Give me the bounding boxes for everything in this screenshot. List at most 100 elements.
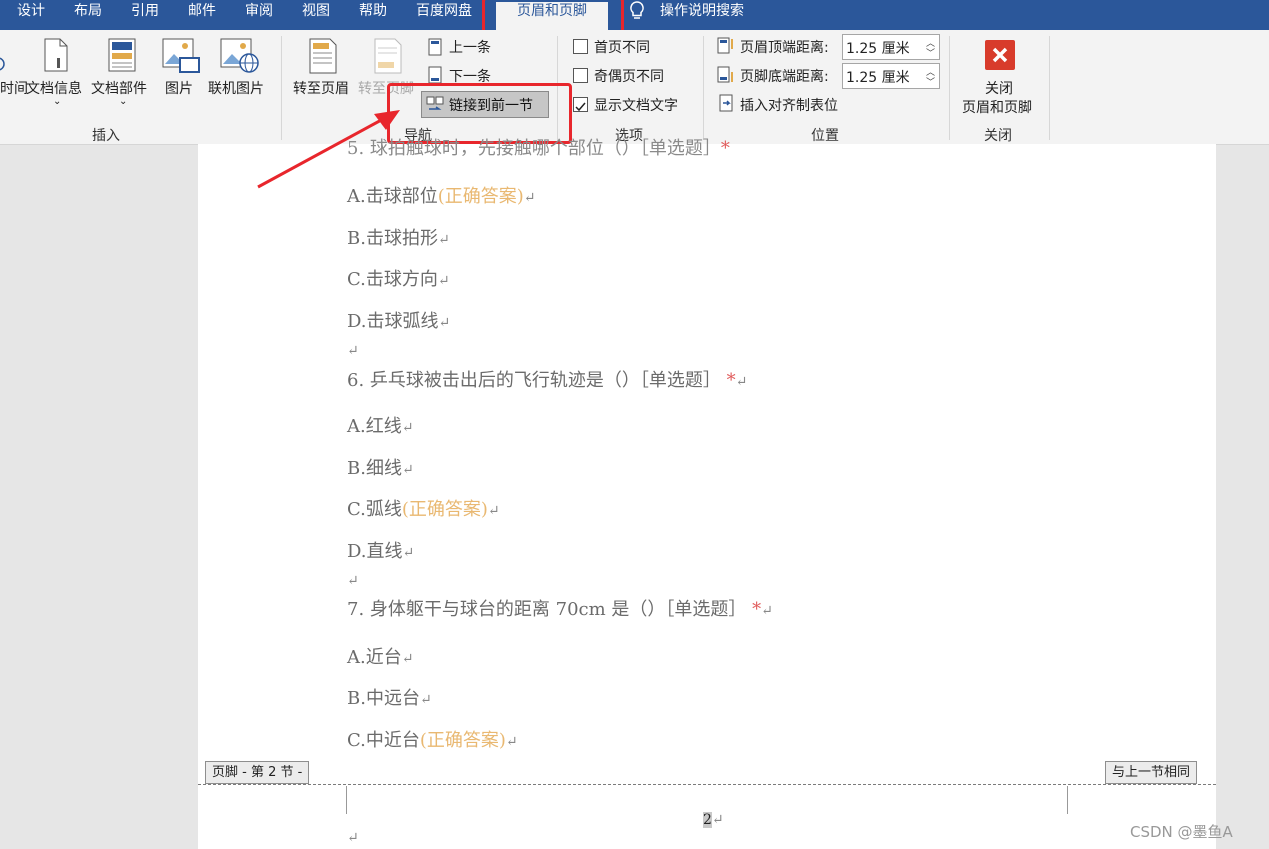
option-line: C.弧线(正确答案)↵: [347, 495, 500, 521]
header-top-distance-label: 页眉顶端距离:: [740, 40, 829, 56]
empty-paragraph-mark: ↵: [347, 343, 359, 359]
tab-baidu-netdisk[interactable]: 百度网盘: [416, 0, 472, 30]
tab-review[interactable]: 审阅: [245, 0, 273, 30]
question-6: 6. 乒乓球被击出后的飞行轨迹是（）［单选题］ *↵: [347, 366, 747, 392]
group-label-insert: 插入: [92, 128, 120, 144]
paragraph-mark: ↵: [401, 420, 414, 436]
footer-section-tag: 页脚 - 第 2 节 -: [205, 761, 310, 784]
option-line: C.击球方向↵: [347, 265, 450, 291]
option-text: A.近台: [347, 647, 402, 668]
same-as-previous-tag[interactable]: 与上一节相同: [1105, 761, 1198, 784]
tab-help[interactable]: 帮助: [359, 0, 387, 30]
correct-answer-mark: (正确答案): [437, 186, 524, 207]
go-to-footer-button[interactable]: 转至页脚: [358, 78, 414, 98]
tab-design[interactable]: 设计: [17, 0, 45, 30]
paragraph-mark: ↵: [711, 812, 724, 828]
close-header-footer-line1[interactable]: 关闭: [985, 78, 1013, 98]
option-text: A.红线: [347, 416, 402, 437]
option-text: B.击球拍形: [347, 228, 438, 249]
tab-mailings[interactable]: 邮件: [188, 0, 216, 30]
paragraph-mark: ↵: [401, 651, 414, 667]
tell-me-search[interactable]: 操作说明搜索: [660, 0, 744, 30]
tab-references[interactable]: 引用: [131, 0, 159, 30]
show-document-text-checkbox[interactable]: [573, 97, 588, 112]
different-first-page-checkbox[interactable]: [573, 39, 588, 54]
paragraph-mark: ↵: [437, 232, 450, 248]
option-text: C.中近台: [347, 730, 420, 751]
group-divider: [949, 36, 950, 140]
link-to-previous-button[interactable]: 链接到前一节: [421, 91, 549, 118]
option-text: D.击球弧线: [347, 311, 439, 332]
option-text: C.弧线: [347, 499, 402, 520]
tab-view[interactable]: 视图: [302, 0, 330, 30]
next-section-icon: [428, 66, 442, 84]
different-odd-even-checkbox[interactable]: [573, 68, 588, 83]
online-pictures-button[interactable]: 联机图片: [208, 78, 264, 98]
margin-corner-left: [346, 786, 347, 814]
footer-bottom-distance-label: 页脚底端距离:: [740, 69, 829, 85]
required-star: *: [720, 138, 730, 159]
margin-corner-right: [1067, 786, 1068, 814]
option-line: D.击球弧线↵: [347, 307, 450, 333]
watermark: CSDN @墨鱼A: [1130, 823, 1233, 841]
paragraph-mark: ↵: [437, 273, 450, 289]
go-to-footer-icon: [374, 38, 402, 74]
chevron-down-icon[interactable]: ⌄: [53, 96, 61, 107]
checkmark-icon: [575, 102, 586, 112]
required-star: *: [752, 599, 762, 620]
paragraph-mark: ↵: [761, 603, 773, 619]
paragraph-mark: ↵: [419, 692, 432, 708]
question-text: 6. 乒乓球被击出后的飞行轨迹是（）［单选题］: [347, 370, 721, 391]
spin-down-icon[interactable]: ﹀: [926, 46, 935, 59]
chevron-down-icon[interactable]: ⌄: [119, 96, 127, 107]
annotation-arrow-icon: [257, 110, 400, 189]
insert-alignment-tab-icon: [719, 94, 733, 112]
paragraph-mark: ↵: [505, 734, 518, 750]
online-picture-icon: [220, 38, 259, 73]
option-text: C.击球方向: [347, 269, 438, 290]
footer-bottom-distance-value: 1.25 厘米: [846, 70, 910, 86]
header-top-distance-icon: [717, 37, 733, 54]
page-number-field[interactable]: 2↵: [703, 812, 724, 828]
pictures-button[interactable]: 图片: [165, 78, 193, 98]
close-header-footer-icon[interactable]: [985, 40, 1015, 70]
header-top-distance-value: 1.25 厘米: [846, 41, 910, 57]
option-line: B.细线↵: [347, 454, 414, 480]
header-top-distance-input[interactable]: 1.25 厘米 ︿ ﹀: [842, 34, 940, 60]
next-button[interactable]: 下一条: [449, 66, 491, 86]
ribbon: 时间 文档信息 ⌄ 文档部件 ⌄ 图片 联机图片 插入 转至页眉 转至页脚 上一…: [0, 30, 1269, 145]
footer-bottom-distance-input[interactable]: 1.25 厘米 ︿ ﹀: [842, 63, 940, 89]
previous-section-icon: [428, 38, 442, 56]
date-time-button[interactable]: 时间: [0, 78, 28, 98]
group-divider: [557, 36, 558, 140]
paragraph-mark: ↵: [487, 503, 500, 519]
option-line: B.中远台↵: [347, 684, 432, 710]
footer-bottom-distance-icon: [717, 66, 733, 83]
ribbon-tab-bar: 设计 布局 引用 邮件 审阅 视图 帮助 百度网盘 页眉和页脚 操作说明搜索: [0, 0, 1269, 30]
required-star: *: [726, 370, 736, 391]
empty-paragraph-mark: ↵: [347, 573, 359, 589]
insert-alignment-tab-button[interactable]: 插入对齐制表位: [740, 95, 838, 115]
option-line: C.中近台(正确答案)↵: [347, 726, 518, 752]
option-line: B.击球拍形↵: [347, 224, 450, 250]
close-header-footer-line2[interactable]: 页眉和页脚: [962, 97, 1032, 117]
question-7: 7. 身体躯干与球台的距离 70cm 是（）［单选题］ *↵: [347, 595, 773, 621]
tab-layout[interactable]: 布局: [74, 0, 102, 30]
footer-separator: [198, 784, 1216, 785]
different-odd-even-label: 奇偶页不同: [594, 69, 664, 85]
option-text: D.直线: [347, 541, 403, 562]
quick-parts-icon: [108, 38, 136, 72]
empty-paragraph-mark: ↵: [347, 830, 359, 846]
paragraph-mark: ↵: [523, 190, 536, 206]
quick-parts-button[interactable]: 文档部件: [91, 78, 147, 98]
document-info-button[interactable]: 文档信息: [26, 78, 82, 98]
go-to-header-button[interactable]: 转至页眉: [293, 78, 349, 98]
previous-button[interactable]: 上一条: [449, 37, 491, 57]
group-divider: [1049, 36, 1050, 140]
show-document-text-label: 显示文档文字: [594, 98, 678, 114]
option-text: B.细线: [347, 458, 402, 479]
question-text: 7. 身体躯干与球台的距离 70cm 是（）［单选题］: [347, 599, 747, 620]
option-line: A.红线↵: [347, 412, 413, 438]
tab-header-footer[interactable]: 页眉和页脚: [496, 2, 608, 30]
spin-down-icon[interactable]: ﹀: [926, 75, 935, 88]
